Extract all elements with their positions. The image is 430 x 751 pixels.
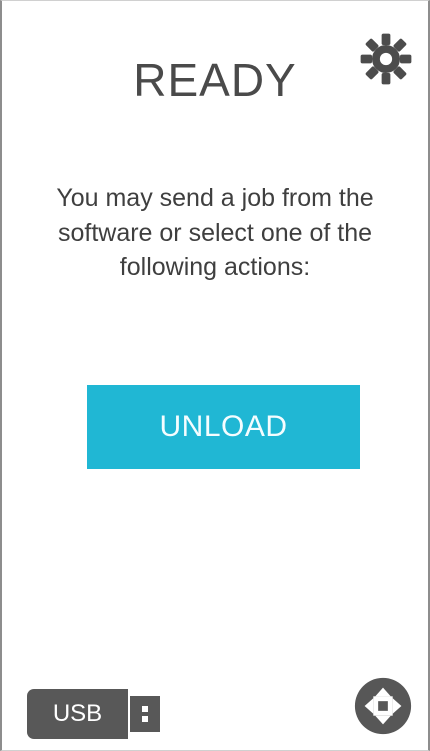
gear-icon: [360, 33, 412, 85]
usb-status[interactable]: USB: [27, 689, 161, 739]
usb-label: USB: [52, 700, 103, 727]
usb-icon: USB: [27, 689, 128, 739]
usb-plug-icon: [130, 696, 160, 732]
instruction-message: You may send a job from the software or …: [56, 184, 374, 281]
ready-screen: READY You may send a job from the softwa…: [0, 0, 430, 751]
directional-pad-icon: [354, 677, 412, 735]
unload-button[interactable]: UNLOAD: [87, 385, 360, 469]
move-control-button[interactable]: [352, 675, 414, 737]
settings-button[interactable]: [358, 31, 414, 87]
